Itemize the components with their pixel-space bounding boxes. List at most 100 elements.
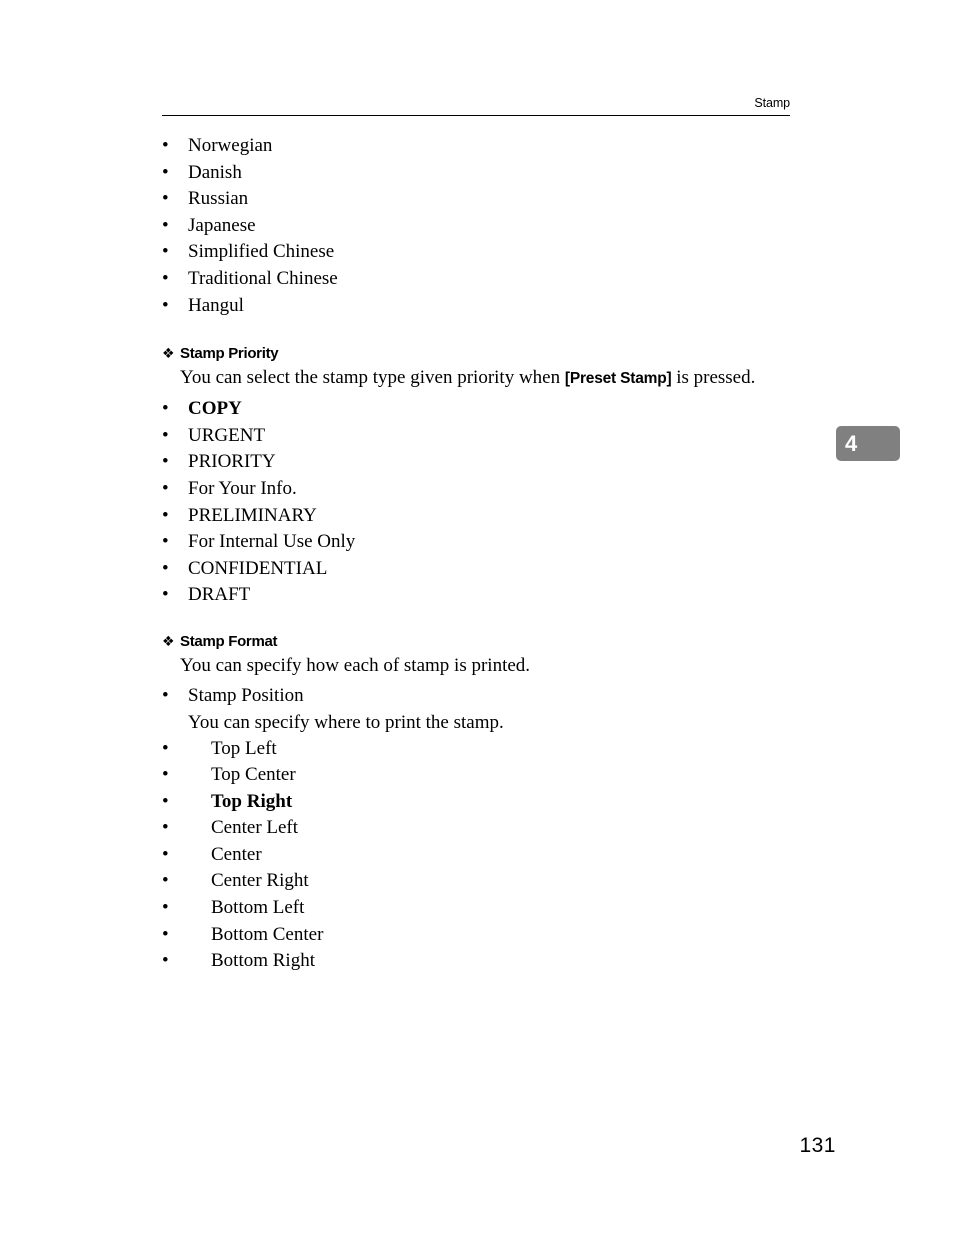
bullet-icon: • bbox=[162, 188, 169, 210]
list-item: • Simplified Chinese bbox=[162, 239, 802, 266]
list-item: • For Internal Use Only bbox=[162, 529, 802, 556]
bullet-icon: • bbox=[162, 267, 169, 289]
language-list: • Norwegian • Danish • Russian • Japanese • Simpl… bbox=[162, 133, 802, 319]
description-text-after: is pressed. bbox=[671, 367, 756, 389]
bullet-icon: • bbox=[162, 764, 169, 786]
list-item: • COPY bbox=[162, 396, 802, 423]
list-item: • Center Left bbox=[162, 815, 802, 842]
bullet-icon: • bbox=[162, 817, 169, 839]
list-item-label: Traditional Chinese bbox=[188, 267, 338, 289]
list-item-label: Top Right bbox=[211, 790, 293, 812]
list-item: • Danish bbox=[162, 160, 802, 187]
header-title: Stamp bbox=[754, 96, 790, 110]
bullet-icon: • bbox=[162, 241, 169, 263]
list-item: • Norwegian bbox=[162, 133, 802, 160]
list-item: • URGENT bbox=[162, 423, 802, 450]
list-item: • Bottom Center bbox=[162, 922, 802, 949]
list-item: • Hangul bbox=[162, 293, 802, 320]
stamp-position-description: You can specify where to print the stamp… bbox=[188, 711, 504, 733]
stamp-format-list: • Stamp Position You can specify where t… bbox=[162, 683, 802, 736]
stamp-format-description: You can specify how each of stamp is pri… bbox=[180, 654, 531, 676]
list-item-label: PRELIMINARY bbox=[188, 504, 317, 526]
page-number: 131 bbox=[799, 1134, 836, 1157]
list-item-label: Bottom Right bbox=[211, 950, 315, 972]
bullet-icon: • bbox=[162, 790, 169, 812]
stamp-priority-list: • COPY • URGENT • PRIORITY • For Your Info. • PRE… bbox=[162, 396, 802, 609]
list-item: • Bottom Right bbox=[162, 948, 802, 975]
header-divider bbox=[162, 115, 790, 116]
bullet-icon: • bbox=[162, 214, 169, 236]
list-item-label: DRAFT bbox=[188, 584, 251, 606]
list-item-label: Norwegian bbox=[188, 135, 273, 156]
list-item-label: Russian bbox=[188, 188, 249, 210]
stamp-format-heading-text: Stamp Format bbox=[180, 632, 278, 650]
list-item-label: Center Right bbox=[211, 870, 309, 892]
preset-stamp-key-label: [Preset Stamp] bbox=[564, 370, 672, 388]
list-item: • Traditional Chinese bbox=[162, 266, 802, 293]
chapter-tab: 4 bbox=[836, 426, 900, 461]
list-item: • DRAFT bbox=[162, 582, 802, 609]
list-item: • Center Right bbox=[162, 868, 802, 895]
bullet-icon: • bbox=[162, 398, 169, 420]
list-item-label: Top Left bbox=[211, 737, 277, 759]
list-item: • CONFIDENTIAL bbox=[162, 556, 802, 583]
bullet-icon: • bbox=[162, 923, 169, 945]
list-item-label: Japanese bbox=[188, 214, 256, 236]
bullet-icon: • bbox=[162, 161, 169, 183]
bullet-icon: • bbox=[162, 294, 169, 316]
bullet-icon: • bbox=[162, 424, 169, 446]
list-item: • Center bbox=[162, 842, 802, 869]
stamp-position-label: Stamp Position bbox=[188, 684, 304, 706]
list-item: • PRIORITY bbox=[162, 449, 802, 476]
bullet-icon: • bbox=[162, 477, 169, 499]
stamp-priority-heading: ❖ Stamp Priority bbox=[162, 343, 802, 365]
bullet-icon: • bbox=[162, 135, 169, 156]
list-item-label: PRIORITY bbox=[188, 451, 276, 473]
bullet-icon: • bbox=[162, 451, 169, 473]
list-item: • For Your Info. bbox=[162, 476, 802, 503]
list-item-label: For Internal Use Only bbox=[188, 531, 356, 553]
page-content: • Norwegian • Danish • Russian • Japanese • Simpl… bbox=[162, 133, 802, 975]
bullet-icon: • bbox=[162, 950, 169, 972]
list-item: • PRELIMINARY bbox=[162, 503, 802, 530]
list-item-label: Hangul bbox=[188, 294, 244, 316]
bullet-icon: • bbox=[162, 870, 169, 892]
bullet-icon: • bbox=[162, 737, 169, 759]
list-item: • Top Center bbox=[162, 762, 802, 789]
list-item: • Japanese bbox=[162, 213, 802, 240]
list-item-label: Bottom Center bbox=[211, 923, 324, 945]
bullet-icon: • bbox=[162, 504, 169, 526]
stamp-format-heading: ❖ Stamp Format bbox=[162, 631, 802, 653]
section-stamp-priority: ❖ Stamp Priority You can select the stam… bbox=[162, 343, 802, 609]
list-item: • Top Right bbox=[162, 789, 802, 816]
list-item-label: Center bbox=[211, 843, 262, 865]
list-item-label: Simplified Chinese bbox=[188, 241, 335, 263]
stamp-priority-heading-text: Stamp Priority bbox=[180, 345, 279, 363]
list-item-label: CONFIDENTIAL bbox=[188, 557, 328, 579]
stamp-position-options-list: • Top Left • Top Center • Top Right • Center Le… bbox=[162, 736, 802, 975]
bullet-icon: • bbox=[162, 584, 169, 606]
bullet-icon: • bbox=[162, 557, 169, 579]
list-item-label: URGENT bbox=[188, 424, 266, 446]
list-item-label: For Your Info. bbox=[188, 477, 297, 499]
list-item-label: Danish bbox=[188, 161, 242, 183]
floret-bullet-icon: ❖ bbox=[162, 633, 175, 650]
chapter-number: 4 bbox=[845, 430, 858, 456]
list-item: • Top Left bbox=[162, 736, 802, 763]
list-item-label: Bottom Left bbox=[211, 897, 305, 919]
bullet-icon: • bbox=[162, 897, 169, 919]
list-item-stamp-position: • Stamp Position You can specify where t… bbox=[162, 683, 802, 736]
floret-bullet-icon: ❖ bbox=[162, 346, 175, 363]
section-stamp-format: ❖ Stamp Format You can specify how each … bbox=[162, 631, 802, 975]
bullet-icon: • bbox=[162, 531, 169, 553]
bullet-icon: • bbox=[162, 843, 169, 865]
list-item-label: Center Left bbox=[211, 817, 299, 839]
description-text-before: You can select the stamp type given prio… bbox=[180, 367, 565, 389]
list-item-label: Top Center bbox=[211, 764, 296, 786]
list-item: • Russian bbox=[162, 186, 802, 213]
bullet-icon: • bbox=[162, 684, 169, 706]
list-item: • Bottom Left bbox=[162, 895, 802, 922]
page-header: Stamp bbox=[162, 96, 790, 116]
list-item-label: COPY bbox=[188, 398, 242, 420]
stamp-priority-description: You can select the stamp type given prio… bbox=[162, 365, 802, 392]
